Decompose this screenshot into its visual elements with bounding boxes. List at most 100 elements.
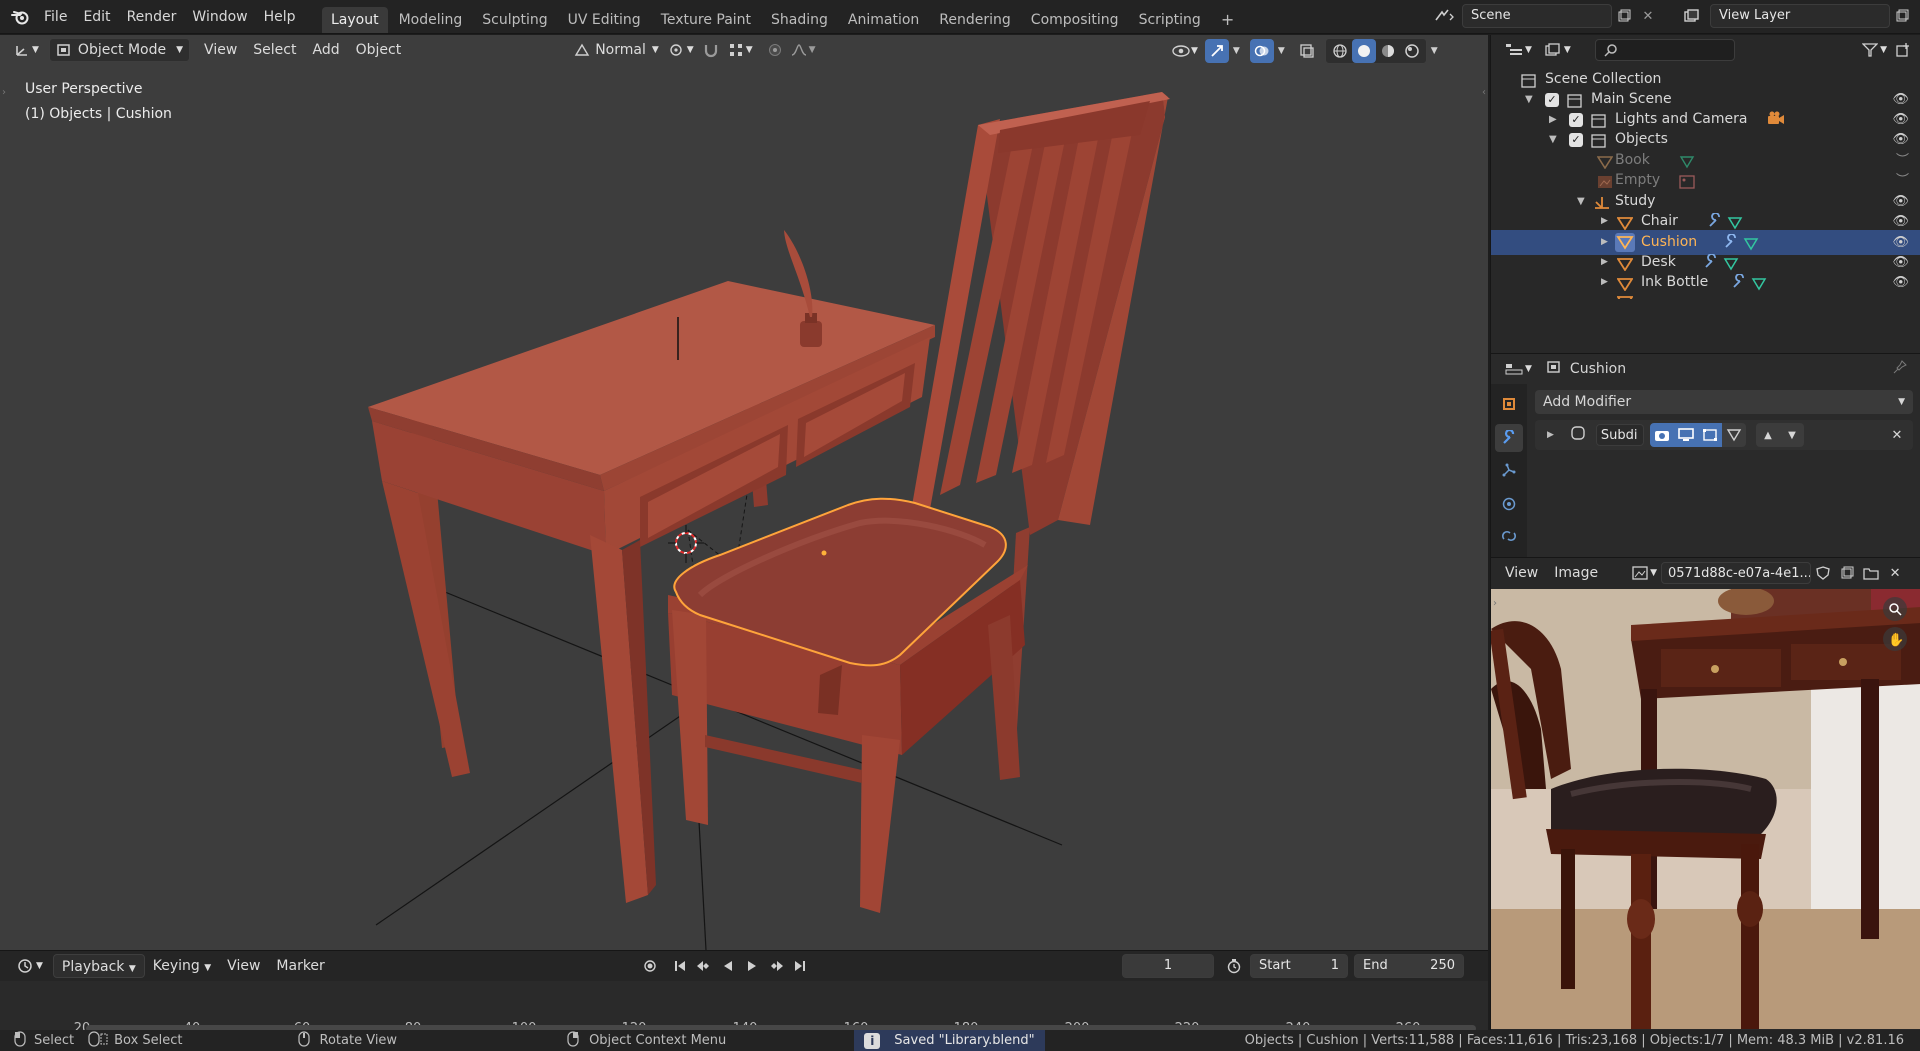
view-layer-field[interactable]: View Layer <box>1710 4 1890 28</box>
toolbar-expand-icon[interactable]: › <box>2 87 6 98</box>
tab-animation[interactable]: Animation <box>839 7 928 33</box>
new-collection-button[interactable] <box>1891 38 1915 62</box>
show-in-viewport-toggle[interactable] <box>1673 423 1698 447</box>
browse-image-dropdown[interactable]: ▼ <box>1628 561 1661 585</box>
tab-physics[interactable] <box>1495 490 1523 518</box>
proportional-edit-toggle[interactable] <box>763 38 787 62</box>
menu-edit[interactable]: Edit <box>75 4 118 30</box>
xray-toggle[interactable] <box>1295 39 1319 63</box>
filter-dropdown[interactable]: ▼ <box>1858 38 1891 62</box>
proportional-falloff-dropdown[interactable]: ▼ <box>787 38 820 62</box>
tab-layout[interactable]: Layout <box>322 7 388 33</box>
menu-window[interactable]: Window <box>184 4 255 30</box>
add-modifier-dropdown[interactable]: Add Modifier ▼ <box>1535 390 1913 414</box>
sidebar-expand-icon[interactable]: ‹ <box>1482 87 1486 98</box>
gizmo-toggle[interactable] <box>1204 39 1229 63</box>
show-in-render-toggle[interactable] <box>1649 423 1674 447</box>
modifier-name-field[interactable]: Subdi <box>1595 424 1644 446</box>
current-frame-field[interactable]: 1 <box>1122 954 1214 978</box>
exclude-checkbox[interactable]: ✓ <box>1569 113 1583 127</box>
unlink-image-button[interactable]: ✕ <box>1883 561 1907 585</box>
timeline-editor-type[interactable]: ▼ <box>12 954 47 978</box>
play-reverse-button[interactable] <box>716 954 740 978</box>
wireframe-shading-button[interactable] <box>1328 39 1352 63</box>
tab-rendering[interactable]: Rendering <box>930 7 1020 33</box>
new-scene-icon[interactable] <box>1612 4 1636 28</box>
material-preview-button[interactable] <box>1376 39 1400 63</box>
menu-playback[interactable]: Playback ▼ <box>52 954 145 978</box>
solid-shading-button[interactable] <box>1351 39 1376 63</box>
reference-photo[interactable]: ✋ <box>1491 589 1920 1029</box>
menu-image[interactable]: Image <box>1546 561 1606 585</box>
chair-mesh[interactable] <box>668 92 1170 913</box>
jump-start-button[interactable] <box>668 954 692 978</box>
menu-view[interactable]: View <box>196 38 245 62</box>
menu-keying[interactable]: Keying ▼ <box>145 954 219 978</box>
exclude-checkbox[interactable]: ✓ <box>1569 133 1583 147</box>
view-layer-icon[interactable] <box>1676 4 1710 28</box>
menu-file[interactable]: File <box>36 4 75 30</box>
image-name-field[interactable]: 0571d88c-e07a-4e1... <box>1661 562 1812 584</box>
3d-viewport[interactable]: ▼ Object Mode ▼ View Select Add Object N… <box>0 35 1488 950</box>
tab-modifiers[interactable] <box>1495 424 1523 452</box>
tab-scripting[interactable]: Scripting <box>1130 7 1210 33</box>
snap-target-dropdown[interactable]: ▼ <box>724 38 757 62</box>
orientation-dropdown[interactable]: Normal ▼ <box>569 38 663 62</box>
expand-arrow-icon[interactable]: ▶ <box>1547 430 1554 440</box>
show-in-editmode-toggle[interactable] <box>1697 423 1722 447</box>
remove-modifier-button[interactable]: ✕ <box>1885 423 1909 447</box>
menu-select[interactable]: Select <box>245 38 304 62</box>
new-view-layer-icon[interactable] <box>1890 4 1914 28</box>
close-view-layer-icon[interactable]: ✕ <box>1914 4 1920 28</box>
shading-options-chevron-icon[interactable]: ▼ <box>1431 46 1438 56</box>
scene-field[interactable]: Scene <box>1462 4 1612 28</box>
tab-constraints[interactable] <box>1495 522 1523 550</box>
outliner-editor-type[interactable]: ▼ <box>1501 38 1536 62</box>
blender-logo-icon[interactable] <box>8 5 32 29</box>
menu-render[interactable]: Render <box>119 4 185 30</box>
exclude-checkbox[interactable]: ✓ <box>1545 93 1559 107</box>
mode-dropdown[interactable]: Object Mode ▼ <box>48 38 191 62</box>
menu-help[interactable]: Help <box>256 4 304 30</box>
move-up-button[interactable]: ▲ <box>1755 423 1780 447</box>
tab-object-properties[interactable] <box>1495 390 1523 418</box>
on-cage-toggle[interactable] <box>1721 423 1746 447</box>
close-scene-icon[interactable]: ✕ <box>1636 4 1660 28</box>
play-button[interactable] <box>740 954 764 978</box>
menu-image-view[interactable]: View <box>1497 561 1546 585</box>
snap-toggle[interactable] <box>698 38 724 62</box>
preview-range-toggle[interactable] <box>1222 954 1246 978</box>
pivot-dropdown[interactable]: ▼ <box>663 38 698 62</box>
next-keyframe-button[interactable] <box>764 954 788 978</box>
record-button[interactable] <box>638 954 662 978</box>
pin-icon[interactable] <box>1893 360 1907 378</box>
visibility-dropdown[interactable]: ▼ <box>1168 39 1201 63</box>
timeline-ruler[interactable]: 20 40 60 80 100 120 140 160 180 200 220 … <box>0 981 1488 1036</box>
open-image-button[interactable] <box>1859 561 1883 585</box>
prev-keyframe-button[interactable] <box>692 954 716 978</box>
editor-type-menu[interactable]: ▼ <box>10 38 43 62</box>
rendered-shading-button[interactable] <box>1400 39 1424 63</box>
display-mode-dropdown[interactable]: ▼ <box>1540 38 1575 62</box>
new-image-button[interactable] <box>1835 561 1859 585</box>
image-toolbar-expand-icon[interactable]: › <box>1493 598 1497 609</box>
tab-particles[interactable] <box>1495 456 1523 484</box>
tab-modeling[interactable]: Modeling <box>390 7 472 33</box>
end-frame-field[interactable]: End 250 <box>1354 954 1464 978</box>
scene-icon[interactable] <box>1428 4 1462 28</box>
outliner-row-partial[interactable] <box>1491 291 1920 299</box>
menu-add[interactable]: Add <box>304 38 347 62</box>
add-workspace-icon[interactable]: + <box>1212 7 1243 33</box>
menu-timeline-view[interactable]: View <box>219 954 268 978</box>
start-frame-field[interactable]: Start 1 <box>1250 954 1348 978</box>
menu-object[interactable]: Object <box>348 38 410 62</box>
tab-shading[interactable]: Shading <box>762 7 837 33</box>
move-down-button[interactable]: ▼ <box>1779 423 1804 447</box>
outliner-search-input[interactable] <box>1594 39 1735 61</box>
tab-uv-editing[interactable]: UV Editing <box>559 7 650 33</box>
properties-editor-type[interactable]: ▼ <box>1501 357 1536 381</box>
overlays-toggle[interactable] <box>1249 39 1274 63</box>
tab-compositing[interactable]: Compositing <box>1022 7 1128 33</box>
menu-marker[interactable]: Marker <box>268 954 332 978</box>
fake-user-toggle[interactable] <box>1811 561 1835 585</box>
